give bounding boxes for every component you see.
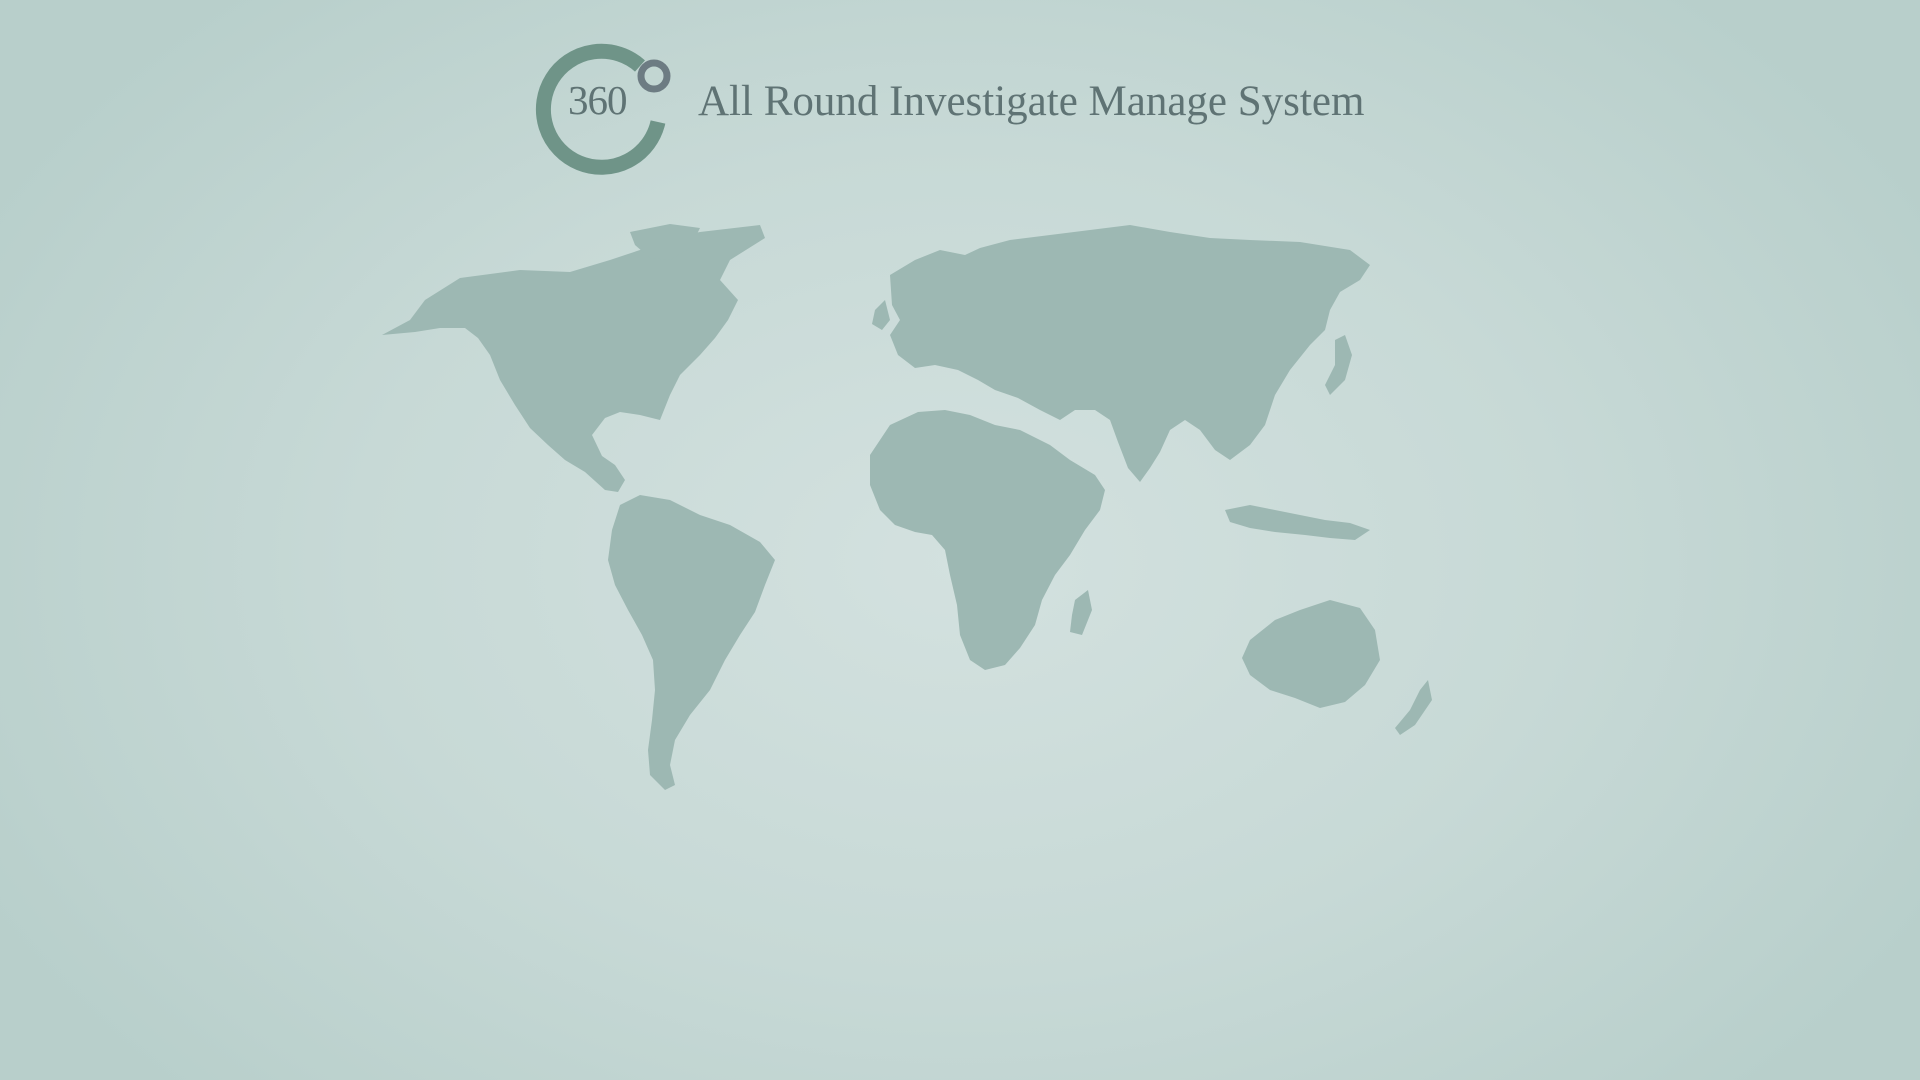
australia-shape: [1242, 600, 1380, 708]
madagascar-shape: [1070, 590, 1092, 635]
logo-text: 360: [568, 77, 627, 123]
app-title: All Round Investigate Manage System: [698, 78, 1365, 125]
japan-shape: [1325, 335, 1352, 395]
degree-ring-logo-icon: 360: [530, 36, 675, 176]
british-isles-shape: [872, 300, 890, 330]
world-map-icon: [370, 220, 1550, 860]
indonesia-shape: [1225, 505, 1370, 540]
south-america-shape: [608, 495, 775, 790]
app-header: 360 All Round Investigate Manage System: [530, 36, 1430, 176]
north-america-shape: [382, 225, 765, 492]
africa-shape: [870, 410, 1105, 670]
new-zealand-shape: [1395, 680, 1432, 735]
